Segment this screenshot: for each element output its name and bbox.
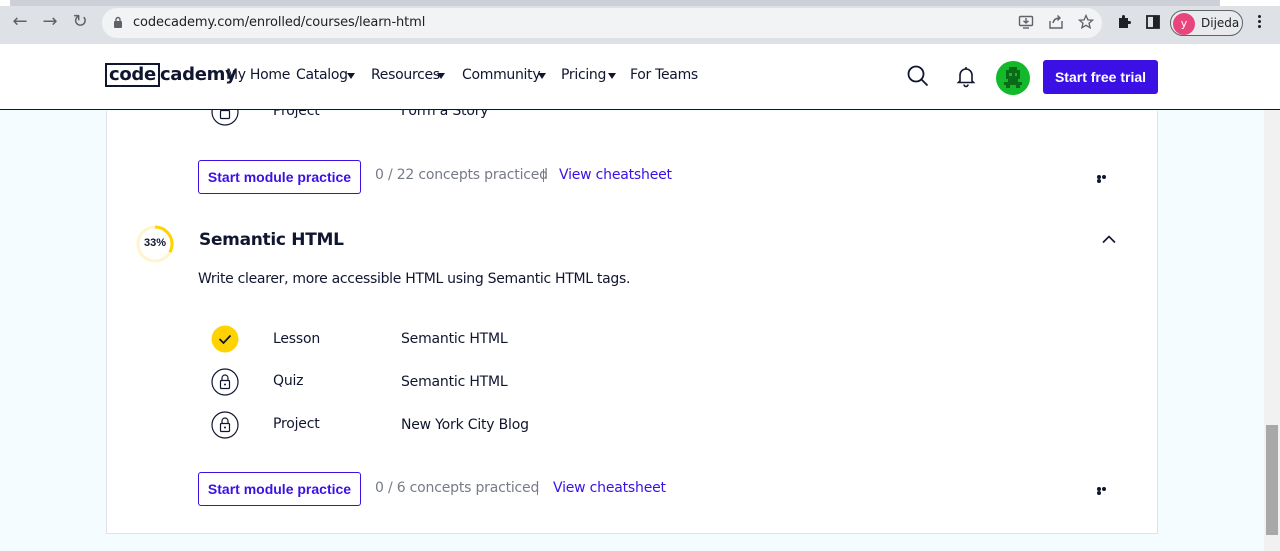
nav-for-teams[interactable]: For Teams [630, 67, 698, 83]
concepts-practiced: 0 / 22 concepts practiced [375, 167, 548, 183]
tab-strip-right [1220, 0, 1280, 6]
extensions-puzzle-icon[interactable] [1116, 14, 1132, 30]
forward-arrow-icon[interactable]: → [41, 13, 59, 31]
row-title-lesson[interactable]: Semantic HTML [401, 331, 508, 347]
row-type-quiz: Quiz [273, 373, 304, 389]
divider [543, 169, 544, 182]
divider [537, 482, 538, 495]
chevron-up-icon[interactable] [1101, 233, 1117, 245]
back-arrow-icon[interactable]: ← [11, 13, 29, 31]
more-options-icon[interactable] [1097, 175, 1111, 183]
row-type-lesson: Lesson [273, 331, 320, 347]
start-module-practice-button[interactable]: Start module practice [198, 160, 361, 194]
bookmark-star-icon[interactable] [1078, 14, 1094, 30]
view-cheatsheet-link[interactable]: View cheatsheet [559, 167, 672, 183]
user-avatar[interactable] [996, 61, 1030, 95]
url-text[interactable]: codecademy.com/enrolled/courses/learn-ht… [133, 15, 425, 30]
lock-icon [114, 16, 122, 28]
install-app-icon[interactable] [1018, 14, 1034, 30]
profile-avatar[interactable]: y [1173, 13, 1195, 35]
start-module-practice-button[interactable]: Start module practice [198, 472, 361, 506]
pricing-caret-icon[interactable] [608, 73, 616, 79]
nav-pricing[interactable]: Pricing [561, 67, 606, 83]
catalog-caret-icon[interactable] [347, 73, 355, 79]
pixel-avatar-icon [1004, 67, 1022, 88]
row-title-quiz[interactable]: Semantic HTML [401, 374, 508, 390]
profile-name[interactable]: Dijeda [1201, 16, 1239, 30]
module-description: Write clearer, more accessible HTML usin… [198, 271, 631, 287]
row-title-project[interactable]: New York City Blog [401, 417, 529, 433]
tab-strip-left [0, 0, 10, 6]
module-title[interactable]: Semantic HTML [199, 230, 344, 250]
codecademy-logo[interactable]: code cademy [105, 63, 237, 87]
lock-icon [211, 368, 239, 396]
search-icon[interactable] [906, 64, 930, 88]
resources-caret-icon[interactable] [437, 73, 445, 79]
view-cheatsheet-link[interactable]: View cheatsheet [553, 480, 666, 496]
notifications-bell-icon[interactable] [954, 64, 978, 88]
tab-strip [0, 0, 1280, 6]
share-icon[interactable] [1048, 14, 1064, 30]
nav-catalog[interactable]: Catalog [296, 67, 348, 83]
nav-resources[interactable]: Resources [371, 67, 440, 83]
side-panel-icon[interactable] [1145, 14, 1161, 30]
concepts-practiced: 0 / 6 concepts practiced [375, 480, 540, 496]
module-progress-text: 33% [143, 237, 167, 249]
nav-community[interactable]: Community [462, 67, 541, 83]
logo-code: code [105, 63, 160, 87]
check-icon [211, 325, 239, 353]
reload-icon[interactable]: ↻ [71, 13, 89, 31]
nav-my-home[interactable]: My Home [226, 67, 290, 83]
browser-menu-icon[interactable] [1256, 14, 1262, 30]
scrollbar-thumb[interactable] [1266, 425, 1278, 535]
row-type-project: Project [273, 416, 320, 432]
lock-icon [211, 411, 239, 439]
start-free-trial-button[interactable]: Start free trial [1043, 60, 1158, 94]
community-caret-icon[interactable] [538, 73, 546, 79]
more-options-icon[interactable] [1097, 487, 1111, 495]
